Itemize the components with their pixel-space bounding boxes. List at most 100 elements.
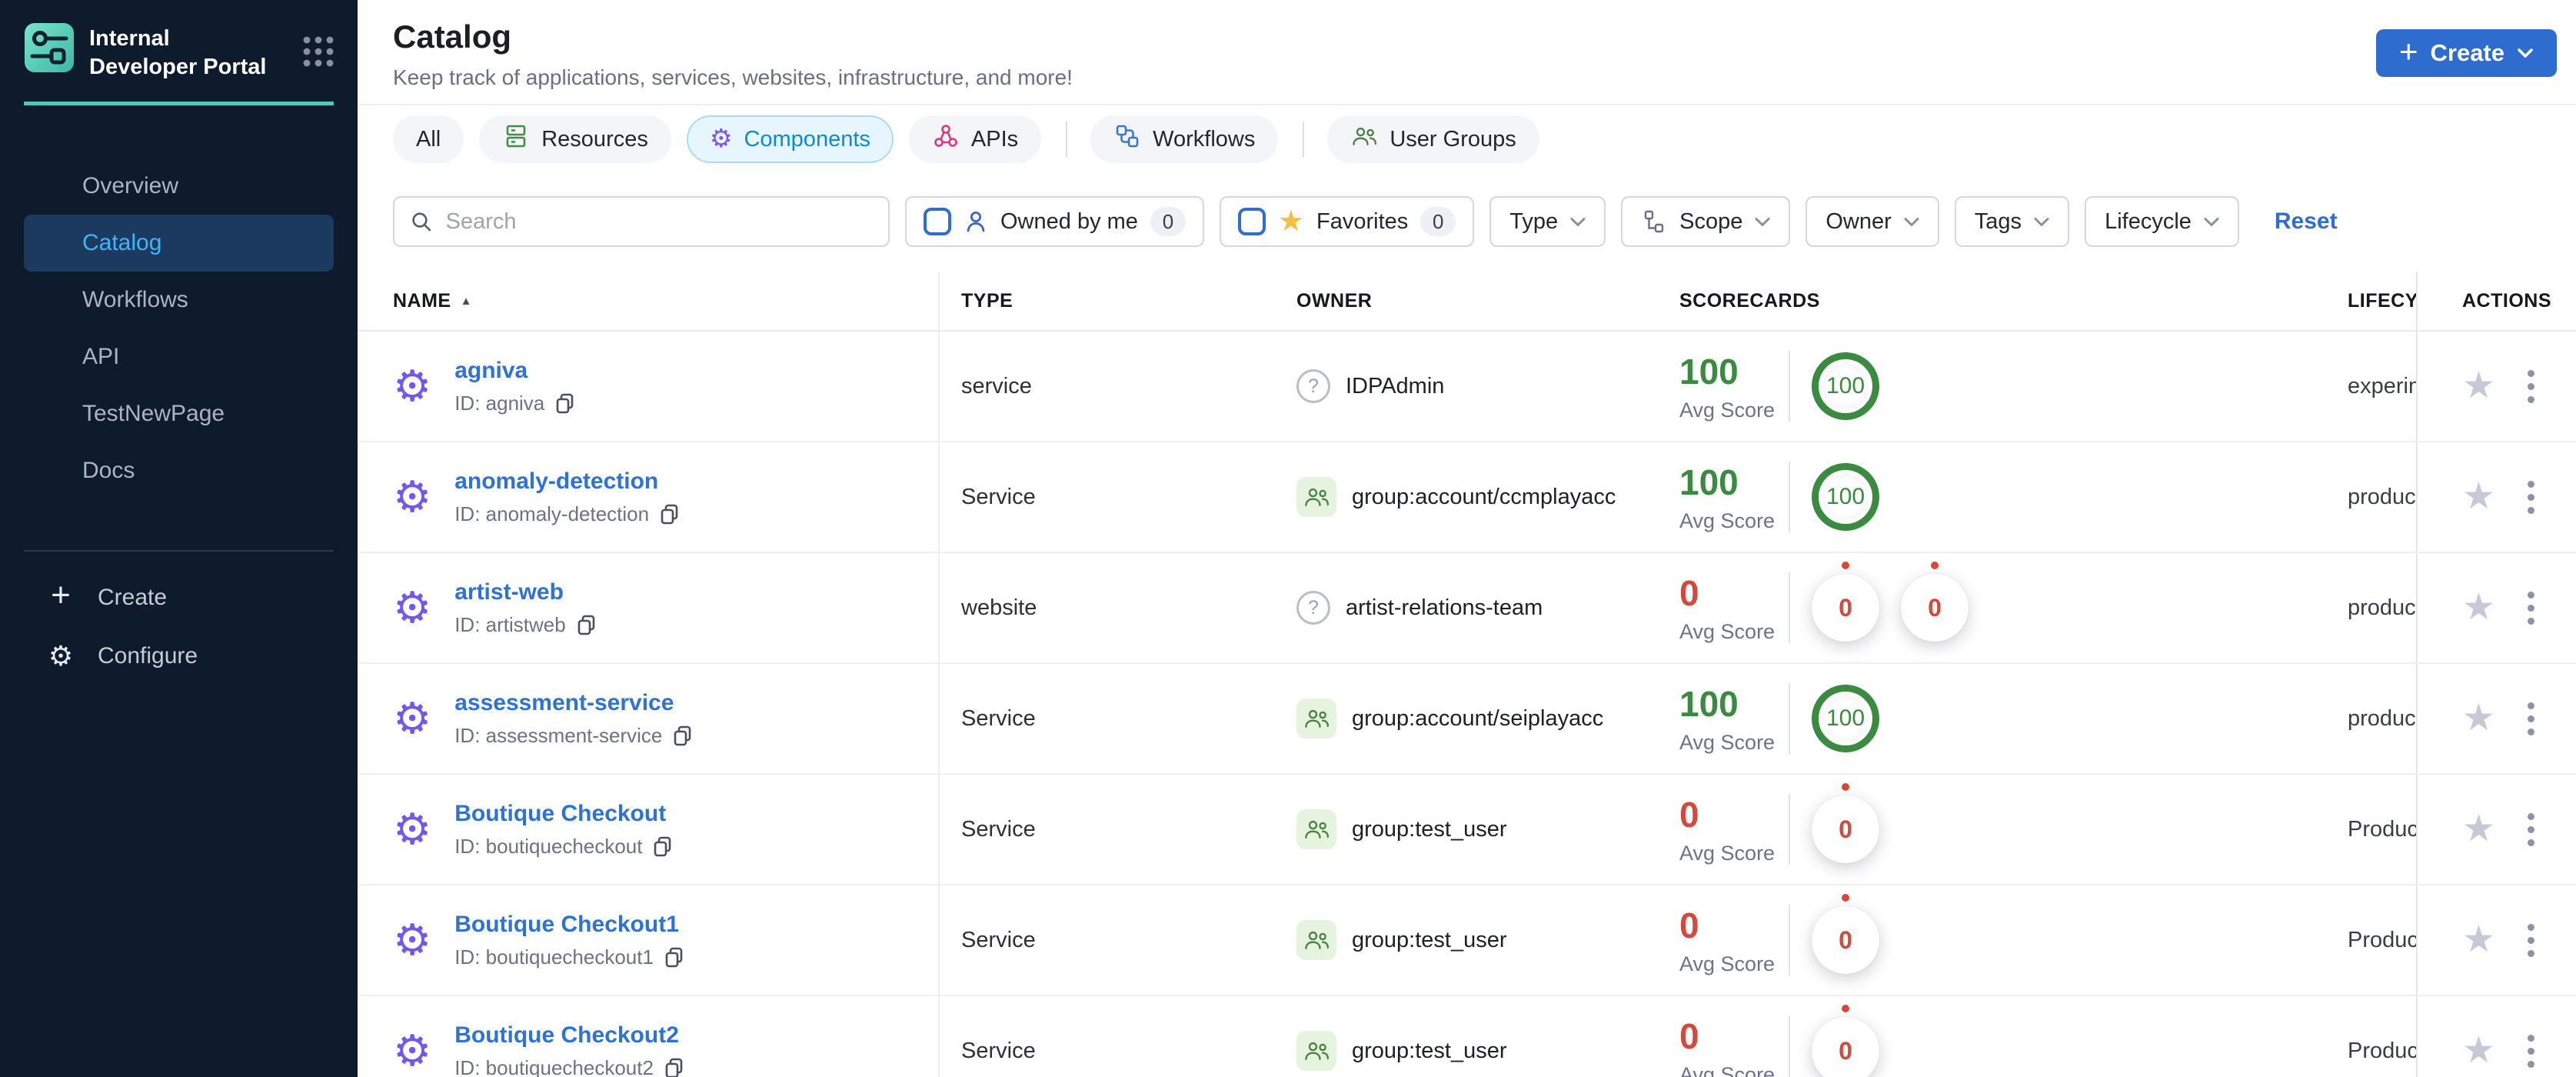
idp-logo-icon xyxy=(25,23,74,72)
scorecard-badge[interactable]: 100 xyxy=(1812,463,1879,531)
table-row[interactable]: ⚙ agniva ID: agniva service ? IDPAdmin 1… xyxy=(358,332,2576,442)
avg-score-value: 0 xyxy=(1679,794,1699,835)
copy-icon[interactable] xyxy=(554,392,577,415)
component-name-link[interactable]: anomaly-detection xyxy=(454,468,681,495)
scorecard-badge[interactable]: 100 xyxy=(1812,685,1879,752)
row-menu-button[interactable] xyxy=(2523,809,2539,851)
favorites-filter[interactable]: ★ Favorites 0 xyxy=(1219,196,1475,247)
tab-resources[interactable]: Resources xyxy=(479,115,671,163)
avg-score-value: 0 xyxy=(1679,1015,1699,1056)
chevron-down-icon xyxy=(1755,217,1770,226)
tab-all[interactable]: All xyxy=(393,115,464,163)
table-row[interactable]: ⚙ Boutique Checkout2 ID: boutiquecheckou… xyxy=(358,996,2576,1077)
sidebar-item-docs[interactable]: Docs xyxy=(24,442,334,499)
owner-name: group:test_user xyxy=(1352,1038,1507,1063)
sidebar-item-workflows[interactable]: Workflows xyxy=(24,272,334,328)
copy-icon[interactable] xyxy=(663,945,686,969)
favorite-star-icon[interactable]: ★ xyxy=(2462,478,2495,515)
tags-filter-dropdown[interactable]: Tags xyxy=(1954,196,2070,247)
scorecard-badge[interactable]: 0 xyxy=(1812,1017,1879,1077)
copy-icon[interactable] xyxy=(658,502,681,525)
scorecard-badges: 100 xyxy=(1790,352,1879,420)
search-icon xyxy=(412,212,431,232)
row-menu-button[interactable] xyxy=(2523,587,2539,629)
sidebar-item-catalog[interactable]: Catalog xyxy=(24,215,334,272)
tab-user-groups[interactable]: User Groups xyxy=(1327,115,1539,163)
reset-filters-link[interactable]: Reset xyxy=(2275,208,2338,235)
star-icon: ★ xyxy=(1277,205,1304,238)
sidebar-item-testnewpage[interactable]: TestNewPage xyxy=(24,385,334,442)
sidebar-item-api[interactable]: API xyxy=(24,328,334,385)
component-type: Service xyxy=(961,927,1036,952)
favorite-star-icon[interactable]: ★ xyxy=(2462,700,2495,737)
copy-icon[interactable] xyxy=(663,1056,686,1077)
scope-filter-dropdown[interactable]: Scope xyxy=(1621,196,1791,247)
row-menu-button[interactable] xyxy=(2523,919,2539,962)
table-header-row: NAME ▲ TYPE OWNER SCORECARDS LIFECYCLE A… xyxy=(358,272,2576,332)
search-input[interactable] xyxy=(444,208,873,235)
scorecard-badge[interactable]: 0 xyxy=(1901,574,1969,642)
component-name-link[interactable]: Boutique Checkout2 xyxy=(454,1022,686,1049)
apps-grid-icon[interactable] xyxy=(301,34,336,69)
table-row[interactable]: ⚙ assessment-service ID: assessment-serv… xyxy=(358,664,2576,775)
component-name-link[interactable]: agniva xyxy=(454,358,577,384)
component-name-link[interactable]: assessment-service xyxy=(454,690,694,716)
owner-unknown-icon: ? xyxy=(1296,369,1330,403)
component-name-link[interactable]: artist-web xyxy=(454,579,598,605)
row-menu-button[interactable] xyxy=(2523,1030,2539,1072)
column-owner[interactable]: OWNER xyxy=(1296,290,1372,312)
owner-group-icon xyxy=(1296,809,1336,849)
scorecard-badge[interactable]: 0 xyxy=(1812,795,1879,863)
owned-by-me-filter[interactable]: Owned by me 0 xyxy=(905,196,1204,247)
table-row[interactable]: ⚙ artist-web ID: artistweb website ? art… xyxy=(358,553,2576,664)
tab-components[interactable]: ⚙ Components xyxy=(686,115,894,163)
table-row[interactable]: ⚙ Boutique Checkout ID: boutiquecheckout… xyxy=(358,775,2576,885)
row-menu-button[interactable] xyxy=(2523,698,2539,740)
chevron-down-icon xyxy=(1570,217,1586,226)
lifecycle-filter-dropdown[interactable]: Lifecycle xyxy=(2085,196,2239,247)
sort-asc-icon[interactable]: ▲ xyxy=(461,295,472,308)
favorite-star-icon[interactable]: ★ xyxy=(2462,811,2495,848)
component-gear-icon: ⚙ xyxy=(393,362,432,410)
favorite-star-icon[interactable]: ★ xyxy=(2462,1032,2495,1069)
owned-by-me-checkbox[interactable] xyxy=(924,208,951,235)
copy-icon[interactable] xyxy=(671,724,694,747)
sidebar-configure-button[interactable]: ⚙ Configure xyxy=(24,627,334,685)
column-lifecycle[interactable]: LIFECYCLE xyxy=(2348,290,2416,312)
favorite-star-icon[interactable]: ★ xyxy=(2462,922,2495,959)
row-menu-button[interactable] xyxy=(2523,365,2539,408)
app-window: Internal Developer Portal Overview Catalo… xyxy=(0,0,2576,1077)
scorecard-badge[interactable]: 100 xyxy=(1812,352,1879,420)
sidebar-divider xyxy=(24,550,334,552)
row-menu-button[interactable] xyxy=(2523,476,2539,518)
component-name-link[interactable]: Boutique Checkout xyxy=(454,801,674,827)
lifecycle-value: production xyxy=(2338,664,2418,773)
scorecard-badge[interactable]: 0 xyxy=(1812,906,1879,974)
table-row[interactable]: ⚙ anomaly-detection ID: anomaly-detectio… xyxy=(358,442,2576,553)
sidebar-item-overview[interactable]: Overview xyxy=(24,158,334,215)
owner-name: IDPAdmin xyxy=(1346,373,1445,398)
component-name-link[interactable]: Boutique Checkout1 xyxy=(454,912,686,938)
component-gear-icon: ⚙ xyxy=(393,472,432,521)
column-type[interactable]: TYPE xyxy=(961,290,1013,312)
copy-icon[interactable] xyxy=(651,835,674,858)
scorecard-badge[interactable]: 0 xyxy=(1812,574,1879,642)
tab-workflows[interactable]: Workflows xyxy=(1090,115,1279,163)
favorites-checkbox[interactable] xyxy=(1237,208,1266,235)
create-button[interactable]: + Create xyxy=(2375,29,2557,77)
favorite-star-icon[interactable]: ★ xyxy=(2462,589,2495,626)
type-filter-dropdown[interactable]: Type xyxy=(1489,196,1606,247)
lifecycle-value: production xyxy=(2338,442,2418,552)
copy-icon[interactable] xyxy=(575,613,598,636)
column-name[interactable]: NAME xyxy=(393,290,451,312)
owner-group-icon xyxy=(1296,1031,1336,1071)
sidebar-create-button[interactable]: + Create xyxy=(24,569,334,627)
table-row[interactable]: ⚙ Boutique Checkout1 ID: boutiquecheckou… xyxy=(358,885,2576,996)
favorite-star-icon[interactable]: ★ xyxy=(2462,368,2495,405)
tab-apis[interactable]: APIs xyxy=(908,115,1042,163)
owner-filter-dropdown[interactable]: Owner xyxy=(1806,196,1939,247)
search-box[interactable] xyxy=(393,196,890,247)
column-scorecards[interactable]: SCORECARDS xyxy=(1679,290,1820,312)
gear-icon: ⚙ xyxy=(48,640,74,672)
component-type: Service xyxy=(961,484,1036,509)
